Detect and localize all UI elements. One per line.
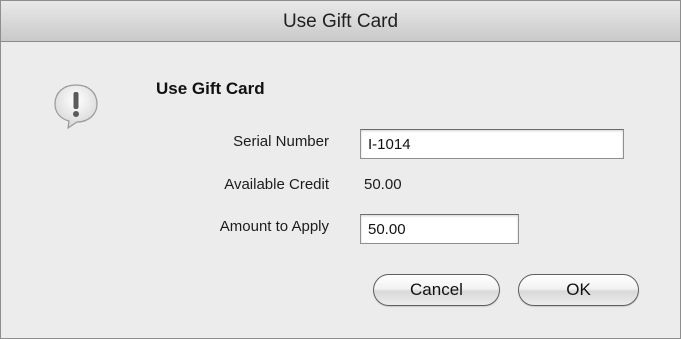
available-credit-value: 50.00 — [364, 176, 402, 193]
title-bar[interactable]: Use Gift Card — [1, 1, 680, 42]
amount-to-apply-field[interactable] — [360, 214, 519, 244]
alert-icon — [54, 84, 98, 130]
cancel-button[interactable]: Cancel — [373, 274, 500, 306]
amount-to-apply-label: Amount to Apply — [219, 218, 329, 235]
serial-number-field[interactable] — [360, 129, 624, 159]
window-title: Use Gift Card — [282, 11, 399, 32]
gift-card-dialog: Use Gift Card Use Gift Card Serial Numbe… — [0, 0, 681, 339]
ok-button[interactable]: OK — [518, 274, 639, 306]
available-credit-label: Available Credit — [224, 176, 329, 193]
serial-number-label: Serial Number — [233, 133, 329, 150]
dialog-heading: Use Gift Card — [156, 79, 265, 98]
